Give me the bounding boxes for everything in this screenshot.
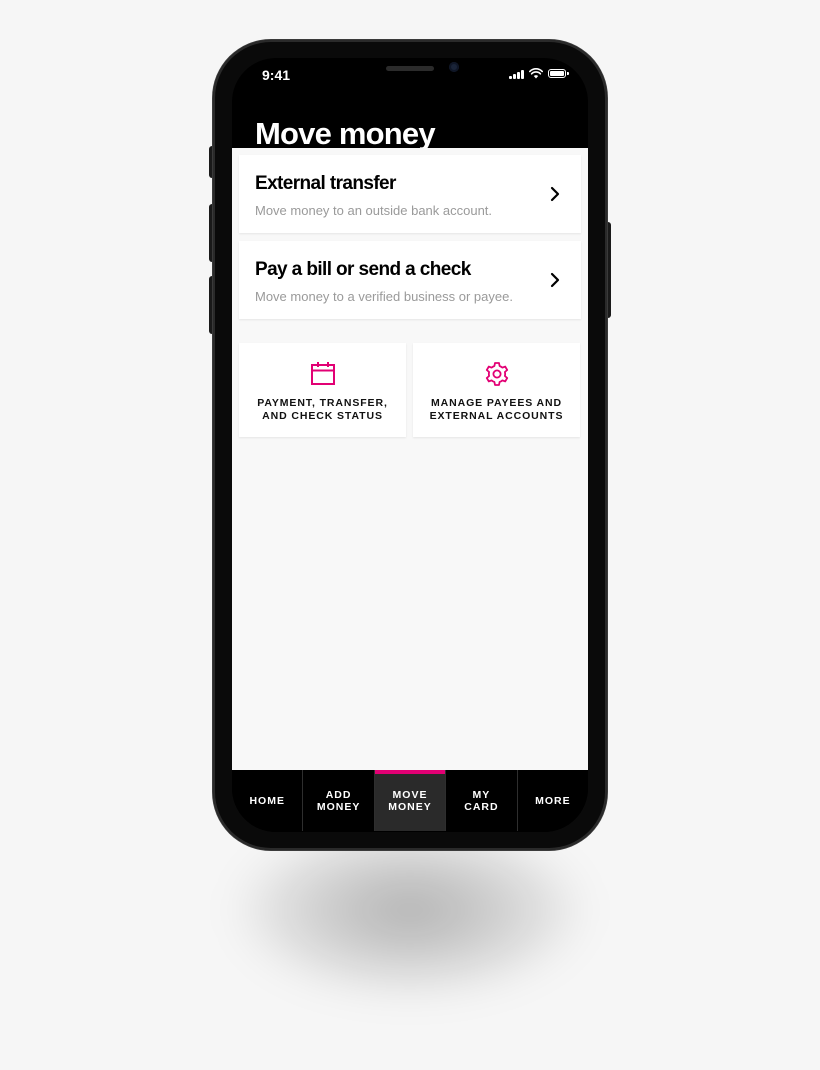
tab-add-money[interactable]: ADD MONEY	[302, 770, 373, 831]
wifi-icon	[529, 68, 543, 79]
payment-status-label: PAYMENT, TRANSFER, AND CHECK STATUS	[257, 397, 388, 422]
status-icons	[509, 68, 569, 79]
phone-screen: 9:41 Move money External transfer Move m…	[232, 58, 588, 832]
cellular-signal-icon	[509, 69, 524, 79]
external-transfer-title: External transfer	[255, 173, 396, 194]
calendar-icon	[310, 362, 335, 385]
tab-more[interactable]: MORE	[516, 770, 588, 831]
speaker-grille	[386, 66, 434, 71]
chevron-right-icon	[550, 186, 560, 202]
pay-bill-subtitle: Move money to a verified business or pay…	[255, 289, 513, 304]
payment-status-tile[interactable]: PAYMENT, TRANSFER, AND CHECK STATUS	[239, 343, 406, 437]
status-bar: 9:41	[232, 58, 588, 94]
front-camera	[449, 62, 459, 72]
pay-bill-card[interactable]: Pay a bill or send a check Move money to…	[239, 241, 581, 319]
external-transfer-subtitle: Move money to an outside bank account.	[255, 203, 493, 218]
status-time: 9:41	[262, 67, 291, 83]
manage-payees-tile[interactable]: MANAGE PAYEES AND EXTERNAL ACCOUNTS	[413, 343, 580, 437]
phone-frame: 9:41 Move money External transfer Move m…	[213, 40, 607, 850]
stage: 9:41 Move money External transfer Move m…	[0, 0, 820, 1070]
main-content: External transfer Move money to an outsi…	[232, 148, 588, 770]
tab-home[interactable]: HOME	[232, 770, 302, 831]
gear-icon	[485, 362, 508, 386]
chevron-right-icon	[550, 272, 560, 288]
bottom-tab-bar: HOME ADD MONEY MOVE MONEY MY CARD MORE	[232, 770, 588, 832]
battery-icon	[548, 69, 569, 78]
tab-move-money[interactable]: MOVE MONEY	[373, 770, 446, 831]
external-transfer-card[interactable]: External transfer Move money to an outsi…	[239, 155, 581, 233]
page-title: Move money	[255, 116, 436, 151]
manage-payees-label: MANAGE PAYEES AND EXTERNAL ACCOUNTS	[429, 397, 564, 422]
tab-my-card[interactable]: MY CARD	[445, 770, 516, 831]
pay-bill-title: Pay a bill or send a check	[255, 259, 471, 280]
